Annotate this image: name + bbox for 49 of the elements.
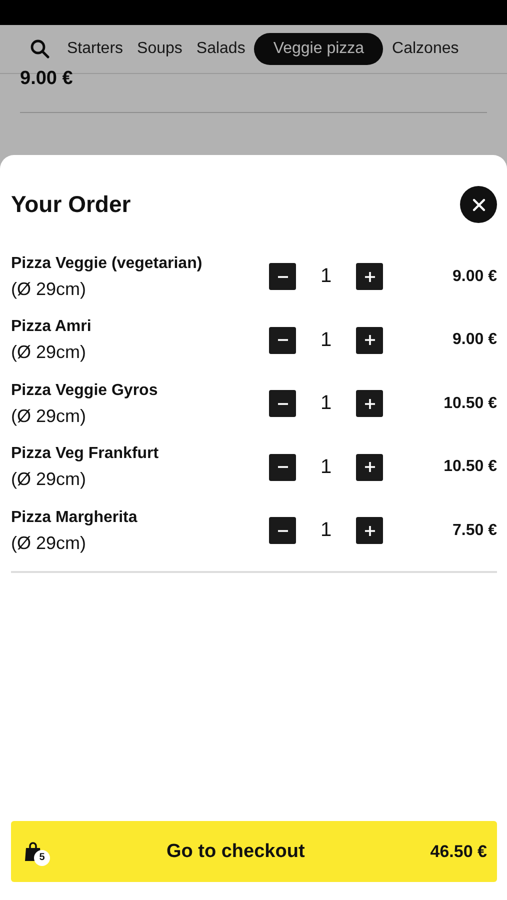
decrease-button[interactable] (269, 390, 296, 418)
item-price: 10.50 € (442, 458, 497, 476)
quantity: 1 (319, 265, 333, 288)
item-price: 7.50 € (452, 522, 497, 540)
item-size: (Ø 29cm) (11, 404, 88, 428)
plus-icon (364, 524, 376, 537)
close-button[interactable] (460, 186, 497, 223)
decrease-button[interactable] (269, 263, 296, 290)
plus-icon (364, 461, 376, 474)
increase-button[interactable] (356, 263, 383, 290)
sheet-title: Your Order (11, 191, 131, 218)
decrease-button[interactable] (269, 326, 296, 354)
close-icon (472, 198, 486, 212)
quantity: 1 (319, 392, 333, 416)
item-size: (Ø 29cm) (11, 278, 88, 301)
quantity: 1 (319, 519, 333, 542)
quantity: 1 (319, 328, 333, 352)
increase-button[interactable] (356, 517, 383, 544)
item-size: (Ø 29cm) (11, 532, 88, 555)
category-tab[interactable]: Calzones (387, 34, 464, 64)
plus-icon (364, 334, 376, 346)
item-size: (Ø 29cm) (11, 341, 88, 364)
search-icon[interactable] (30, 39, 50, 59)
category-tab[interactable]: Veggie pizza (254, 33, 384, 65)
item-name: Pizza Amri (11, 317, 92, 338)
item-name: Pizza Veggie Gyros (11, 380, 159, 401)
item-name: Pizza Veggie (vegetarian) (11, 254, 204, 274)
increase-button[interactable] (356, 390, 383, 418)
category-tab[interactable]: Soups (132, 34, 188, 64)
item-count-badge: 5 (34, 850, 50, 866)
decrease-button[interactable] (269, 517, 296, 544)
category-tab[interactable]: Salads (191, 34, 250, 64)
increase-button[interactable] (356, 326, 383, 354)
checkout-label: Go to checkout (166, 840, 305, 862)
quantity: 1 (319, 456, 333, 479)
item-name: Pizza Margherita (11, 508, 138, 528)
plus-icon (364, 270, 376, 283)
decrease-button[interactable] (269, 454, 296, 481)
category-tab[interactable]: Starters (62, 34, 128, 64)
item-price: 10.50 € (442, 394, 497, 413)
increase-button[interactable] (356, 454, 383, 481)
item-size: (Ø 29cm) (11, 468, 88, 492)
plus-icon (364, 398, 376, 410)
item-price: 9.00 € (452, 331, 497, 350)
item-price: 9.00 € (20, 68, 74, 90)
item-price: 9.00 € (452, 268, 497, 286)
order-total: 46.50 € (430, 842, 487, 862)
checkout-button[interactable]: 5 Go to checkout 46.50 € (11, 821, 497, 882)
item-name: Pizza Veg Frankfurt (11, 444, 160, 464)
